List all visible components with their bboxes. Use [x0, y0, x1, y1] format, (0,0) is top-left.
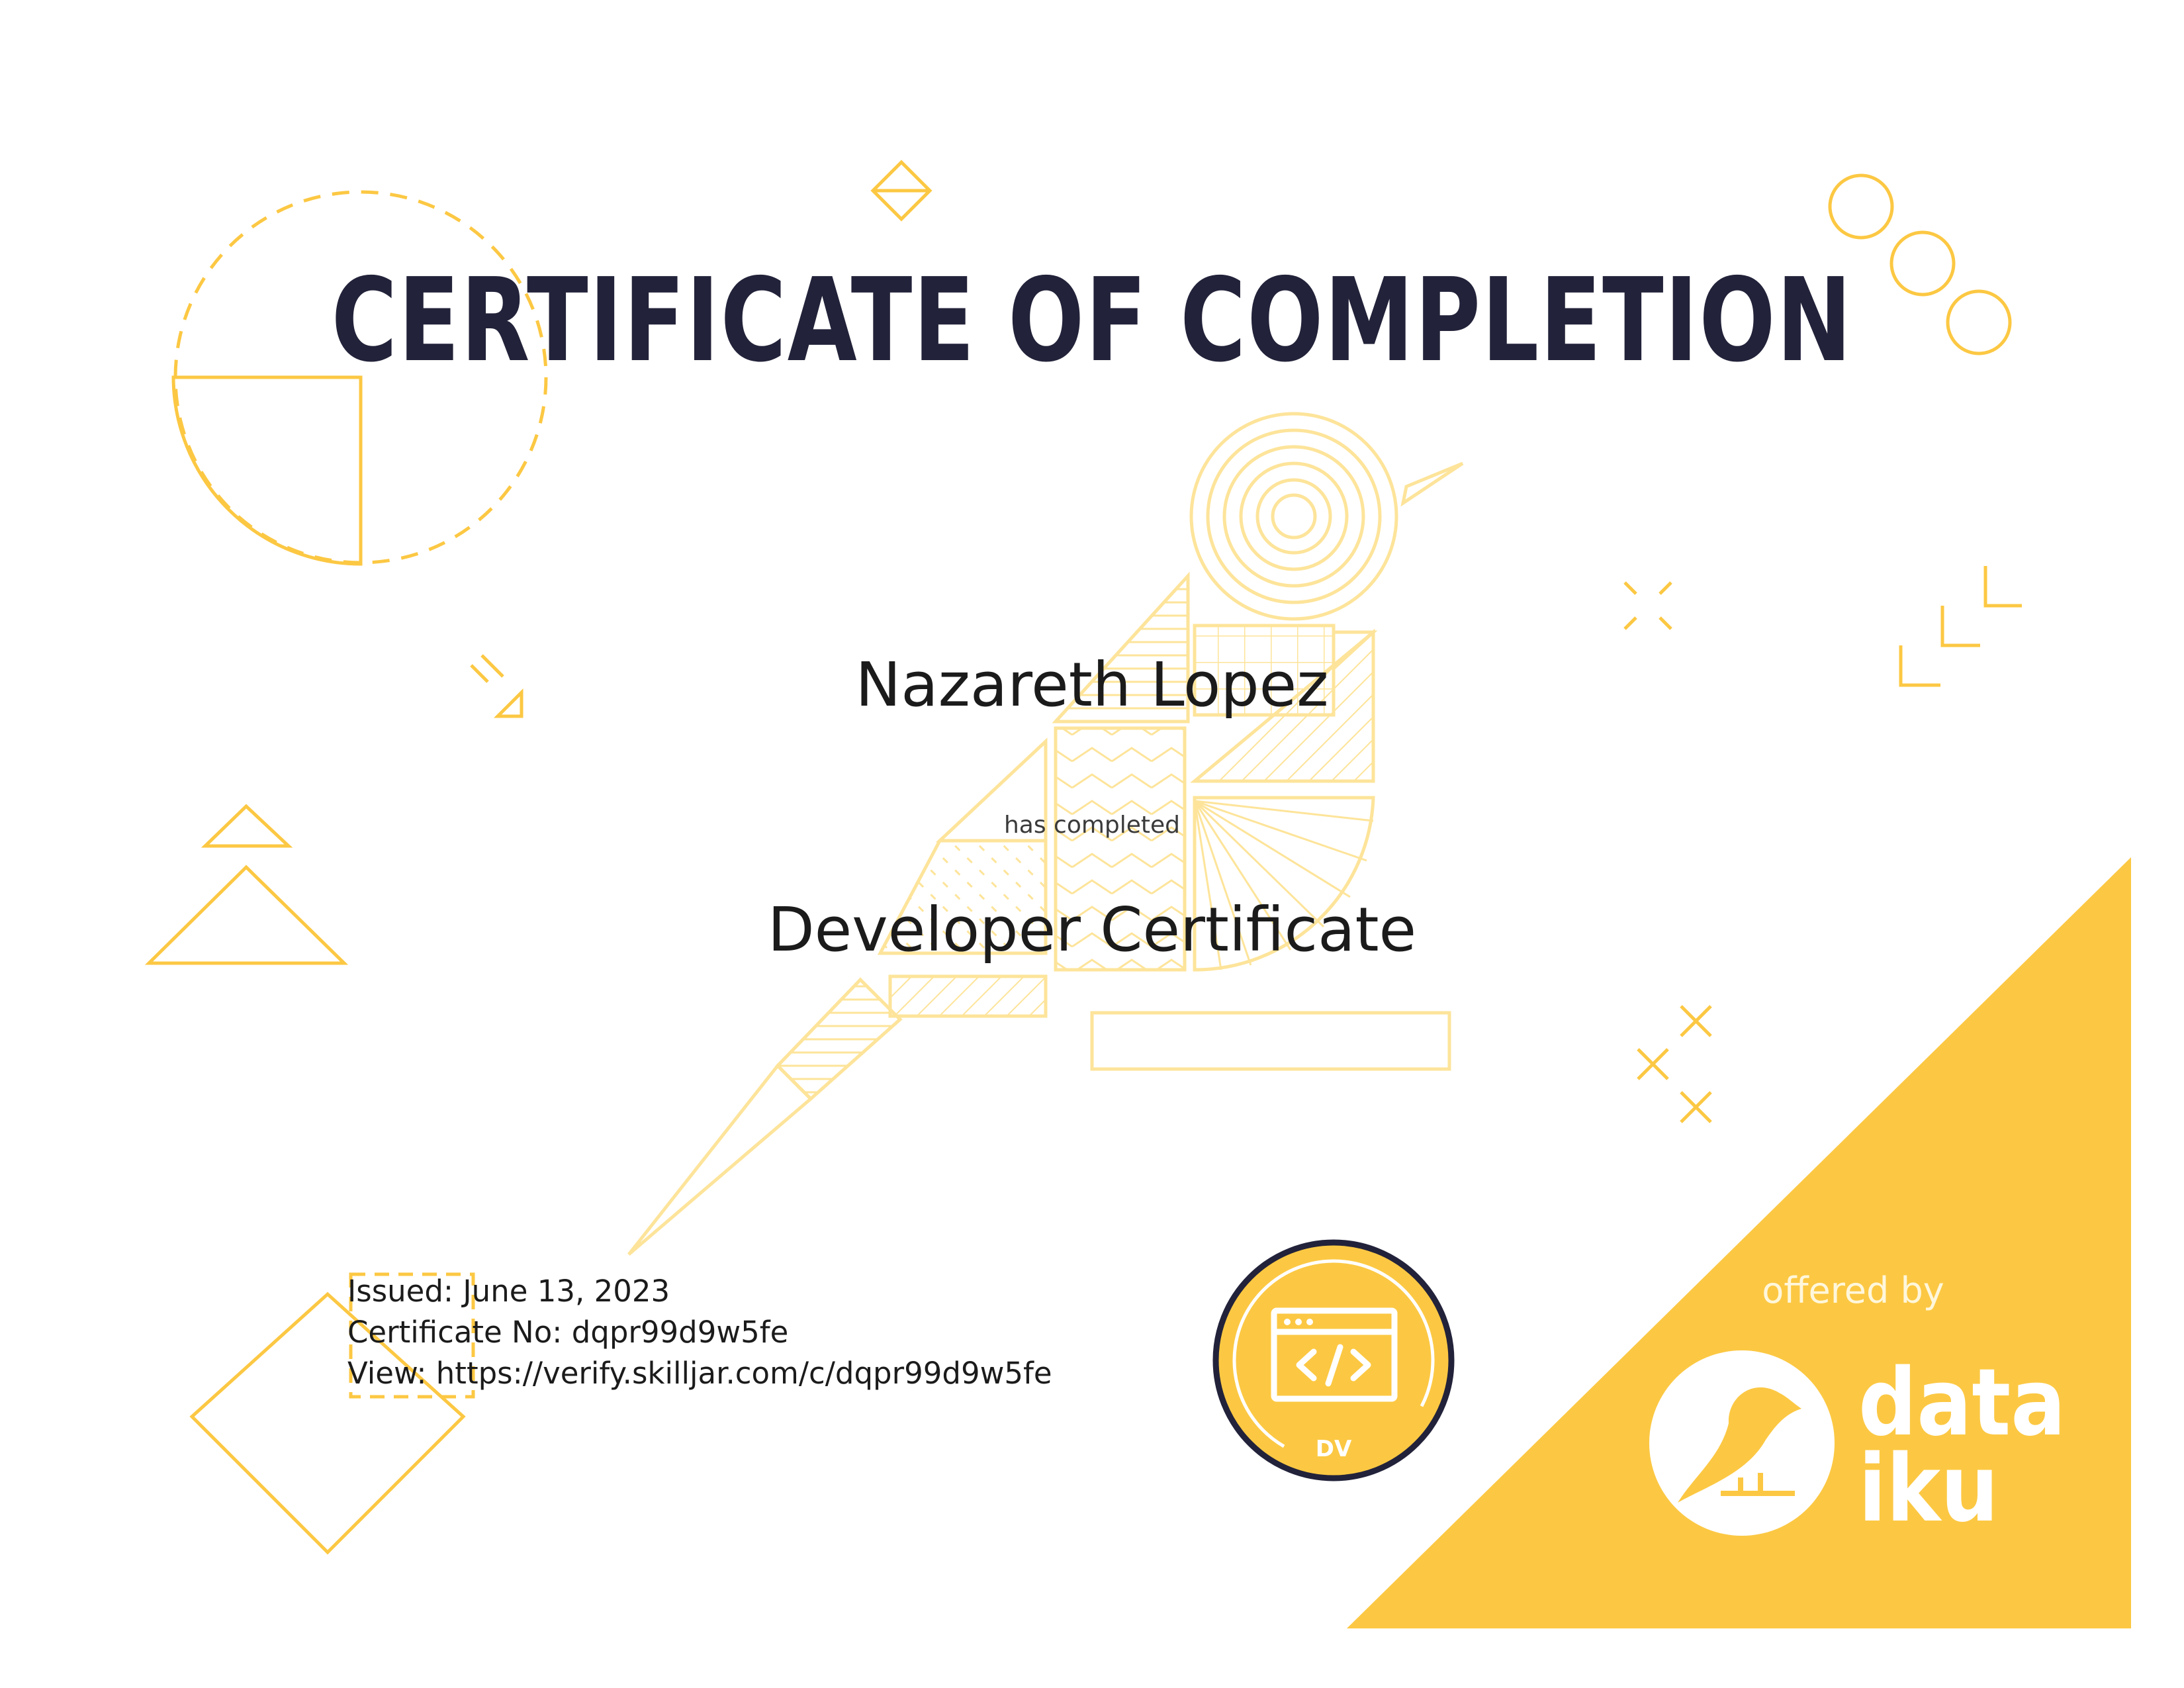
certificate-details: Issued: June 13, 2023 Certificate No: dq…: [347, 1271, 1052, 1394]
x-marks-decoration: [1637, 1005, 1712, 1123]
course-name: Developer Certificate: [767, 894, 1417, 965]
x-marks-small-decoration: [1623, 581, 1672, 630]
brand-line-2: iku: [1858, 1435, 1999, 1543]
issued-date: Issued: June 13, 2023: [347, 1274, 670, 1309]
dataiku-wordmark: data iku: [1858, 1357, 2066, 1543]
verify-link[interactable]: View: https://verify.skilljar.com/c/dqpr…: [347, 1353, 1052, 1394]
developer-badge: DV: [1212, 1239, 1455, 1481]
certificate-title: CERTIFICATE OF COMPLETION: [331, 254, 1853, 388]
certificate-number: Certificate No: dqpr99d9w5fe: [347, 1315, 789, 1350]
completed-text: has completed: [1003, 812, 1181, 839]
offered-by-text: offered by: [1762, 1270, 1944, 1311]
recipient-name: Nazareth Lopez: [855, 649, 1329, 720]
badge-label: DV: [1316, 1436, 1352, 1462]
diamond-decoration-top: [870, 160, 933, 222]
dataiku-logo-icon: [1649, 1350, 1835, 1536]
